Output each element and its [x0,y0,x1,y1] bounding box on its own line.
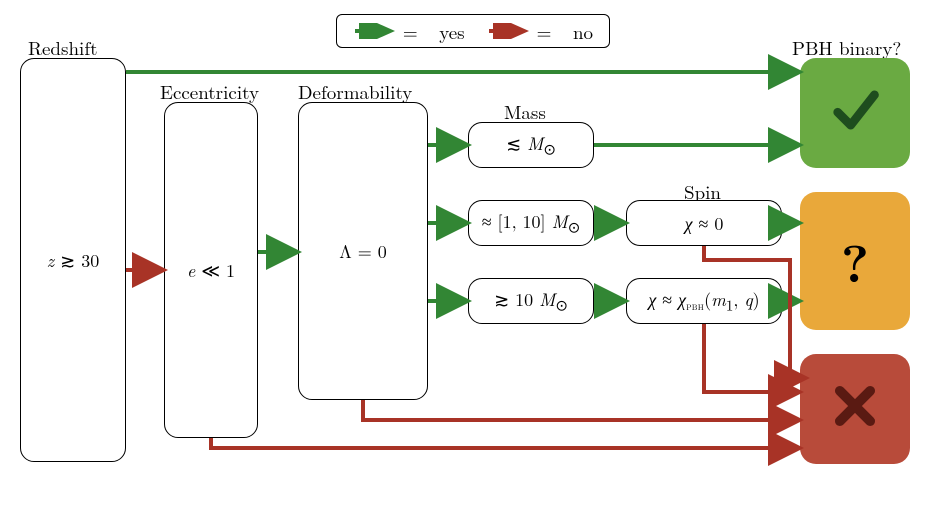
legend: = yes = no [336,14,610,48]
cross-icon [829,380,881,438]
arrow-yes-icon [353,23,397,39]
flowchart: = yes = no Redshift Eccentricity Deforma… [0,0,940,506]
node-mass-low: ≲ M⊙ [468,122,594,168]
legend-eq1: = [403,18,418,45]
node-spin-zero: χ ≈ 0 [626,200,782,246]
node-eccentricity: e ≪ 1 [164,102,258,438]
node-redshift-text: z ≳ 30 [47,248,99,273]
node-spin-zero-text: χ ≈ 0 [685,211,724,236]
label-title: PBH binary? [792,34,901,61]
node-deformability: Λ = 0 [298,102,428,400]
node-mass-mid: ≈ [1, 10] M⊙ [468,200,594,246]
question-icon: ? [841,235,869,287]
legend-yes-text: yes [439,18,464,45]
edge-def-no [363,400,796,420]
node-spin-pbh: χ ≈ χpbh(m1, q) [626,278,782,324]
node-mass-mid-text: ≈ [1, 10] M⊙ [482,209,581,238]
result-maybe: ? [800,192,910,330]
label-mass: Mass [504,98,546,125]
node-redshift: z ≳ 30 [20,58,126,462]
edges [0,0,940,506]
result-yes [800,58,910,168]
node-deformability-text: Λ = 0 [339,239,386,264]
node-eccentricity-text: e ≪ 1 [187,258,235,283]
legend-yes: = yes [353,18,465,45]
edge-spinpbh-no [704,324,796,392]
label-eccentricity: Eccentricity [160,78,259,105]
node-mass-low-text: ≲ M⊙ [506,131,556,160]
legend-no-text: no [573,18,593,45]
edge-ecc-no [211,438,796,448]
node-mass-high-text: ≳ 10 M⊙ [494,287,568,316]
legend-eq2: = [537,18,552,45]
arrow-no-icon [487,23,531,39]
check-icon [829,84,881,142]
node-spin-pbh-text: χ ≈ χpbh(m1, q) [648,287,759,316]
label-deformability: Deformability [298,78,412,105]
result-no [800,354,910,464]
node-mass-high: ≳ 10 M⊙ [468,278,594,324]
label-redshift: Redshift [28,34,98,61]
legend-no: = no [487,18,593,45]
